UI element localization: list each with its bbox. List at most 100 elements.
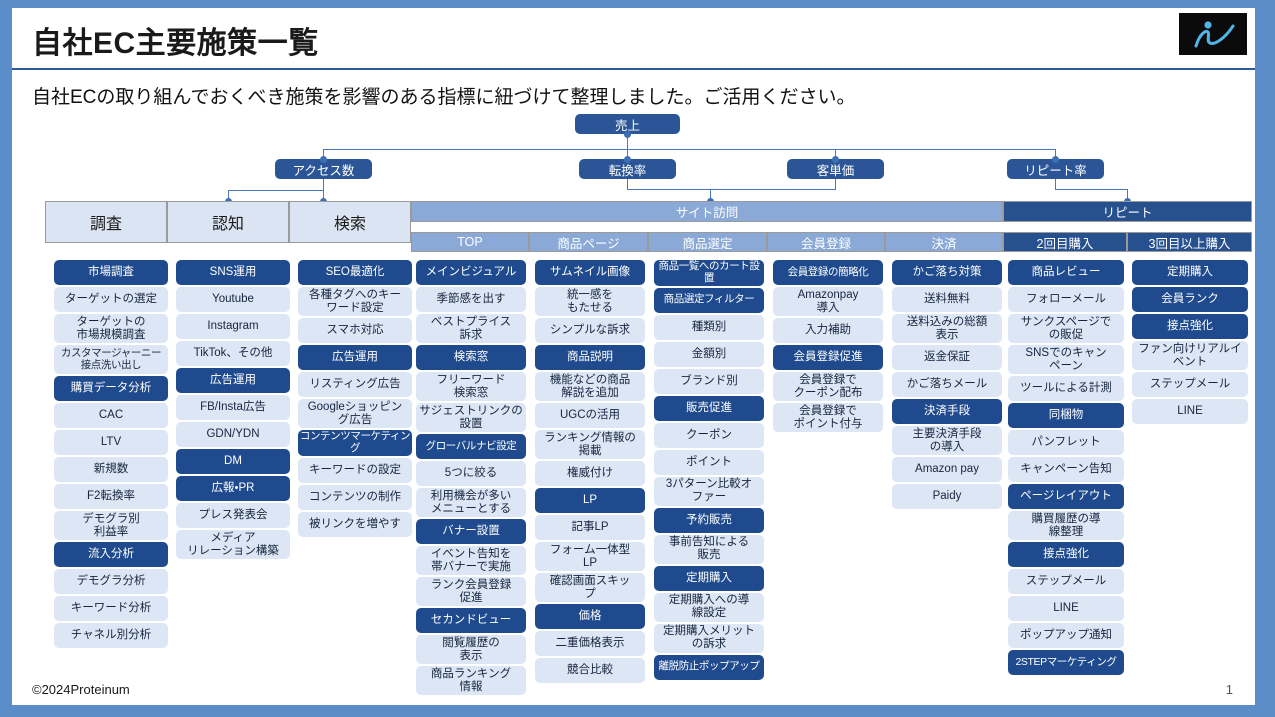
measure-card[interactable]: 検索窓 — [416, 345, 526, 370]
measure-card[interactable]: 会員登録で クーポン配布 — [773, 372, 883, 401]
measure-card[interactable]: かご落ち対策 — [892, 260, 1002, 285]
measure-card[interactable]: 商品選定フィルター — [654, 287, 764, 313]
measure-card[interactable]: サンクスページで の販促 — [1008, 314, 1124, 343]
measure-card[interactable]: キーワード分析 — [54, 596, 168, 621]
measure-card[interactable]: 記事LP — [535, 515, 645, 540]
measure-card[interactable]: キャンペーン告知 — [1008, 457, 1124, 482]
measure-card[interactable]: 商品説明 — [535, 345, 645, 370]
measure-card[interactable]: LINE — [1008, 596, 1124, 621]
measure-card[interactable]: ランキング情報の 掲載 — [535, 430, 645, 459]
measure-card[interactable]: パンフレット — [1008, 430, 1124, 455]
measure-card[interactable]: 会員登録で ポイント付与 — [773, 403, 883, 432]
measure-card[interactable]: 同梱物 — [1008, 403, 1124, 428]
measure-card[interactable]: フォローメール — [1008, 287, 1124, 312]
measure-card[interactable]: ファン向けリアルイ ベント — [1132, 341, 1248, 370]
measure-card[interactable]: 権威付け — [535, 461, 645, 486]
measure-card[interactable]: ツールによる計測 — [1008, 376, 1124, 401]
measure-card[interactable]: LP — [535, 488, 645, 513]
measure-card[interactable]: デモグラ別 利益率 — [54, 511, 168, 540]
measure-card[interactable]: メディア リレーション構築 — [176, 530, 290, 559]
measure-card[interactable]: グローバルナビ設定 — [416, 434, 526, 459]
measure-card[interactable]: 送料無料 — [892, 287, 1002, 312]
measure-card[interactable]: 定期購入 — [1132, 260, 1248, 285]
measure-card[interactable]: クーポン — [654, 422, 764, 448]
measure-card[interactable]: SNSでのキャン ペーン — [1008, 345, 1124, 374]
measure-card[interactable]: 広告運用 — [298, 345, 412, 370]
measure-card[interactable]: ベストプライス 訴求 — [416, 314, 526, 343]
measure-card[interactable]: 購買履歴の導 線整理 — [1008, 511, 1124, 540]
measure-card[interactable]: ステップメール — [1008, 569, 1124, 594]
measure-card[interactable]: 市場調査 — [54, 260, 168, 285]
measure-card[interactable]: フォーム一体型 LP — [535, 542, 645, 571]
measure-card[interactable]: 3パターン比較オ ファー — [654, 476, 764, 506]
measure-card[interactable]: Paidy — [892, 484, 1002, 509]
measure-card[interactable]: フリーワード 検索窓 — [416, 372, 526, 401]
measure-card[interactable]: FB/Insta広告 — [176, 395, 290, 420]
measure-card[interactable]: SNS運用 — [176, 260, 290, 285]
measure-card[interactable]: ポップアップ通知 — [1008, 623, 1124, 648]
measure-card[interactable]: 決済手段 — [892, 399, 1002, 424]
measure-card[interactable]: 定期購入への導 線設定 — [654, 592, 764, 622]
measure-card[interactable]: 価格 — [535, 604, 645, 629]
measure-card[interactable]: 流入分析 — [54, 542, 168, 567]
measure-card[interactable]: 商品一覧へのカート設置 — [654, 260, 764, 286]
measure-card[interactable]: サジェストリンクの 設置 — [416, 403, 526, 432]
measure-card[interactable]: バナー設置 — [416, 519, 526, 544]
measure-card[interactable]: 二重価格表示 — [535, 631, 645, 656]
measure-card[interactable]: サムネイル画像 — [535, 260, 645, 285]
measure-card[interactable]: Googleショッピン グ広告 — [298, 399, 412, 428]
measure-card[interactable]: 新規数 — [54, 457, 168, 482]
measure-card[interactable]: コンテンツマーケティング — [298, 430, 412, 456]
measure-card[interactable]: 季節感を出す — [416, 287, 526, 312]
measure-card[interactable]: TikTok、その他 — [176, 341, 290, 366]
measure-card[interactable]: ステップメール — [1132, 372, 1248, 397]
measure-card[interactable]: Amazon pay — [892, 457, 1002, 482]
measure-card[interactable]: イベント告知を 帯バナーで実施 — [416, 546, 526, 575]
measure-card[interactable]: キーワードの設定 — [298, 457, 412, 483]
measure-card[interactable]: 金額別 — [654, 341, 764, 367]
measure-card[interactable]: 接点強化 — [1132, 314, 1248, 339]
measure-card[interactable]: 広報・PR — [176, 476, 290, 501]
measure-card[interactable]: デモグラ分析 — [54, 569, 168, 594]
measure-card[interactable]: チャネル別分析 — [54, 623, 168, 648]
measure-card[interactable]: LTV — [54, 430, 168, 455]
measure-card[interactable]: 被リンクを増やす — [298, 511, 412, 537]
measure-card[interactable]: 販売促進 — [654, 395, 764, 421]
measure-card[interactable]: 会員ランク — [1132, 287, 1248, 312]
measure-card[interactable]: 主要決済手段 の導入 — [892, 426, 1002, 455]
measure-card[interactable]: ポイント — [654, 449, 764, 475]
measure-card[interactable]: 商品ランキング 情報 — [416, 666, 526, 695]
measure-card[interactable]: F2転換率 — [54, 484, 168, 509]
measure-card[interactable]: 種類別 — [654, 314, 764, 340]
measure-card[interactable]: Youtube — [176, 287, 290, 312]
measure-card[interactable]: 統一感を もたせる — [535, 287, 645, 316]
measure-card[interactable]: 定期購入メリット の訴求 — [654, 623, 764, 653]
measure-card[interactable]: ランク会員登録 促進 — [416, 577, 526, 606]
measure-card[interactable]: 利用機会が多い メニューとする — [416, 488, 526, 517]
measure-card[interactable]: 確認画面スキップ — [535, 573, 645, 602]
measure-card[interactable]: 機能などの商品 解説を追加 — [535, 372, 645, 401]
measure-card[interactable]: 5つに絞る — [416, 461, 526, 486]
measure-card[interactable]: 広告運用 — [176, 368, 290, 393]
measure-card[interactable]: かご落ちメール — [892, 372, 1002, 397]
measure-card[interactable]: 離脱防止ポップアップ — [654, 654, 764, 680]
measure-card[interactable]: ブランド別 — [654, 368, 764, 394]
measure-card[interactable]: 送料込みの総額 表示 — [892, 314, 1002, 343]
measure-card[interactable]: 各種タグへのキー ワード設定 — [298, 287, 412, 316]
measure-card[interactable]: 2STEPマーケティング — [1008, 650, 1124, 675]
measure-card[interactable]: GDN/YDN — [176, 422, 290, 447]
measure-card[interactable]: CAC — [54, 403, 168, 428]
measure-card[interactable]: ターゲットの 市場規模調査 — [54, 314, 168, 343]
measure-card[interactable]: ターゲットの選定 — [54, 287, 168, 312]
measure-card[interactable]: メインビジュアル — [416, 260, 526, 285]
measure-card[interactable]: 事前告知による 販売 — [654, 534, 764, 564]
measure-card[interactable]: カスタマージャーニー 接点洗い出し — [54, 345, 168, 374]
measure-card[interactable]: 競合比較 — [535, 658, 645, 683]
measure-card[interactable]: LINE — [1132, 399, 1248, 424]
measure-card[interactable]: ページレイアウト — [1008, 484, 1124, 509]
measure-card[interactable]: 会員登録の簡略化 — [773, 260, 883, 285]
measure-card[interactable]: 閲覧履歴の 表示 — [416, 635, 526, 664]
measure-card[interactable]: 返金保証 — [892, 345, 1002, 370]
measure-card[interactable]: 会員登録促進 — [773, 345, 883, 370]
measure-card[interactable]: UGCの活用 — [535, 403, 645, 428]
